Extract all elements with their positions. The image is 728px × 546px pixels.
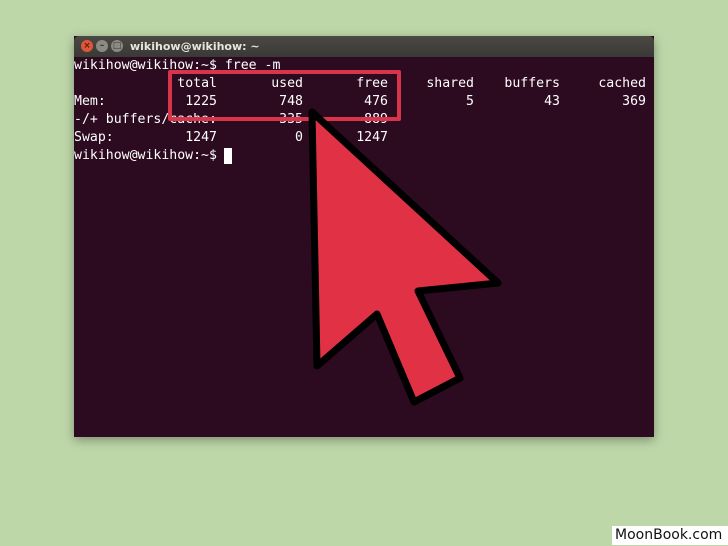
watermark-label: MoonBook.com — [612, 526, 728, 545]
pointer-arrow-icon — [308, 108, 502, 406]
